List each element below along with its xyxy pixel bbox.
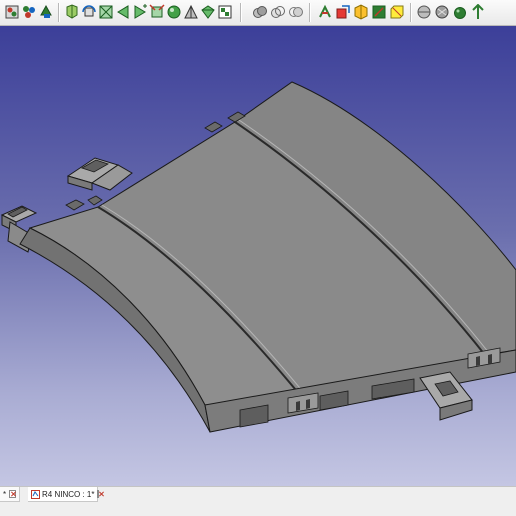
cut-icon[interactable] [252, 4, 268, 20]
view-front-icon[interactable] [98, 4, 114, 20]
std-views-icon[interactable] [81, 4, 97, 20]
view-rear-icon[interactable] [149, 4, 165, 20]
common-icon[interactable] [288, 4, 304, 20]
toolbar-separator [309, 3, 311, 22]
upper-connector [66, 157, 133, 191]
toolbar-separator [58, 3, 60, 22]
freecad-window: * R4 NINCO : 1* [0, 0, 516, 516]
draw-style-icon[interactable] [38, 4, 54, 20]
view-left-icon[interactable] [183, 4, 199, 20]
fuse-icon[interactable] [270, 4, 286, 20]
document-icon [31, 489, 40, 499]
mirror-icon[interactable] [353, 4, 369, 20]
tab-label: * [3, 489, 7, 499]
toolbar-separator [410, 3, 412, 22]
primitives-icon[interactable] [470, 4, 486, 20]
fillet-icon[interactable] [371, 4, 387, 20]
close-icon[interactable] [97, 490, 100, 498]
fit-all-icon[interactable] [4, 4, 20, 20]
tab-document-1[interactable]: * [0, 487, 20, 502]
view-bottom-icon[interactable] [166, 4, 182, 20]
section-icon[interactable] [416, 4, 432, 20]
chamfer-icon[interactable] [389, 4, 405, 20]
main-toolbar [0, 0, 516, 26]
refine-icon[interactable] [452, 4, 468, 20]
sync-view-icon[interactable] [64, 4, 80, 20]
tab-document-2[interactable]: R4 NINCO : 1* [28, 487, 100, 502]
view-top-icon[interactable] [115, 4, 131, 20]
cross-sections-icon[interactable] [217, 4, 233, 20]
view-right-icon[interactable] [132, 4, 148, 20]
track-model[interactable] [0, 26, 516, 486]
revolve-icon[interactable] [335, 4, 351, 20]
measure-icon[interactable] [200, 4, 216, 20]
close-icon[interactable] [9, 490, 16, 498]
track-surface [28, 81, 516, 406]
extrude-icon[interactable] [317, 4, 333, 20]
toolbar-separator [240, 3, 242, 22]
3d-viewport[interactable] [0, 26, 516, 486]
document-tab-bar: * R4 NINCO : 1* [0, 486, 516, 516]
tab-label: R4 NINCO : 1* [42, 489, 95, 499]
fit-selection-icon[interactable] [21, 4, 37, 20]
shape-icon[interactable] [434, 4, 450, 20]
